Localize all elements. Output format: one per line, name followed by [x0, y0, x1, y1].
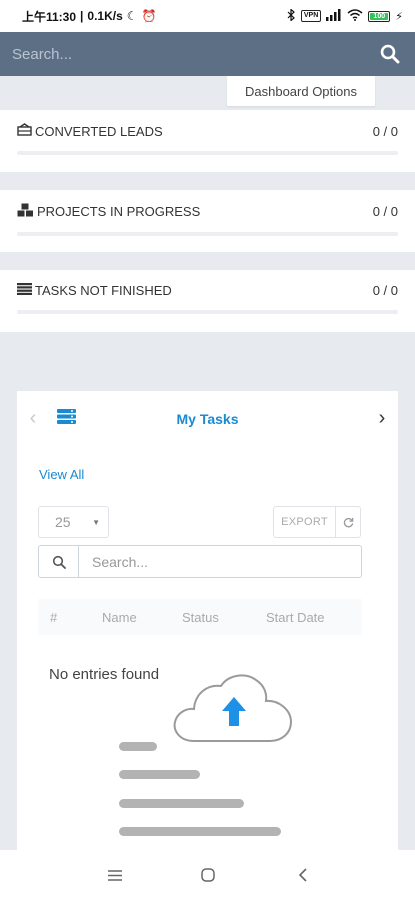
column-header-number[interactable]: #	[50, 610, 57, 625]
status-bar: 上午11:30 | 0.1K/s ☾ ⏰ VPN 100 ⚡	[0, 0, 415, 32]
system-nav-bar	[0, 850, 415, 900]
stat-value: 0 / 0	[372, 204, 398, 219]
placeholder-line	[119, 742, 157, 751]
panel-title: My Tasks	[176, 411, 239, 427]
chevron-right-icon[interactable]: ›	[372, 407, 392, 430]
table-search-input[interactable]	[79, 546, 361, 577]
stat-row: CONVERTED LEADS 0 / 0	[17, 123, 398, 139]
tasks-list-icon	[57, 409, 76, 429]
stat-progress-bar	[17, 232, 398, 236]
bluetooth-icon	[287, 8, 296, 23]
balance-scale-icon	[17, 123, 32, 139]
panel-header: ‹ My Tasks ›	[17, 391, 398, 447]
export-button[interactable]: EXPORT	[274, 507, 336, 537]
stat-card-converted-leads: CONVERTED LEADS 0 / 0	[0, 110, 415, 172]
refresh-icon[interactable]	[336, 507, 360, 537]
list-icon	[17, 283, 32, 298]
status-left: 上午11:30 | 0.1K/s ☾ ⏰	[22, 8, 156, 25]
home-icon[interactable]	[196, 865, 220, 885]
status-speed: 0.1K/s	[87, 9, 123, 23]
app-header	[0, 32, 415, 76]
stat-value: 0 / 0	[372, 123, 398, 139]
status-right: VPN 100 ⚡	[287, 8, 403, 24]
stat-card-projects-in-progress: PROJECTS IN PROGRESS 0 / 0	[0, 190, 415, 252]
empty-state-text: No entries found	[49, 666, 160, 683]
menu-icon[interactable]	[103, 865, 127, 885]
table-search-field	[38, 545, 362, 578]
stat-title: TASKS NOT FINISHED	[35, 283, 172, 298]
cloud-upload-icon	[172, 673, 294, 750]
export-button-group: EXPORT	[273, 506, 361, 538]
stat-title: PROJECTS IN PROGRESS	[37, 204, 201, 219]
caret-down-icon: ▼	[92, 517, 100, 527]
moon-icon: ☾	[126, 9, 138, 23]
table-header: # Name Status Start Date	[38, 599, 362, 635]
cubes-icon	[17, 203, 34, 220]
stat-row: PROJECTS IN PROGRESS 0 / 0	[17, 203, 398, 220]
wifi-icon	[347, 8, 363, 24]
placeholder-line	[119, 770, 200, 779]
search-icon[interactable]	[377, 41, 403, 67]
stat-progress-bar	[17, 310, 398, 314]
charging-icon: ⚡	[395, 10, 403, 23]
alarm-icon: ⏰	[141, 9, 157, 23]
placeholder-line	[119, 799, 244, 808]
stat-title-wrap: PROJECTS IN PROGRESS	[17, 203, 200, 220]
battery-level: 100	[370, 12, 389, 20]
column-header-status[interactable]: Status	[182, 610, 219, 625]
stat-row: TASKS NOT FINISHED 0 / 0	[17, 283, 398, 298]
signal-icon	[326, 8, 342, 24]
view-all-link[interactable]: View All	[39, 467, 84, 482]
page-size-value: 25	[55, 514, 71, 530]
stat-title-wrap: TASKS NOT FINISHED	[17, 283, 172, 298]
status-separator: |	[80, 9, 84, 23]
stat-card-tasks-not-finished: TASKS NOT FINISHED 0 / 0	[0, 270, 415, 332]
back-icon[interactable]	[291, 865, 315, 885]
search-icon	[39, 546, 79, 577]
column-header-start-date[interactable]: Start Date	[266, 610, 325, 625]
placeholder-line	[119, 827, 281, 836]
battery-icon: 100	[368, 10, 391, 22]
my-tasks-panel: ‹ My Tasks › View All 25 ▼ EXPORT # Name…	[17, 391, 398, 861]
chevron-left-icon[interactable]: ‹	[23, 407, 43, 430]
stat-progress-bar	[17, 151, 398, 155]
stat-title-wrap: CONVERTED LEADS	[17, 123, 163, 139]
status-time: 上午11:30	[22, 9, 77, 24]
dashboard-options-button[interactable]: Dashboard Options	[227, 76, 375, 106]
page-size-select[interactable]: 25 ▼	[38, 506, 109, 538]
stat-title: CONVERTED LEADS	[35, 123, 163, 139]
search-input[interactable]	[12, 45, 377, 63]
vpn-icon: VPN	[300, 10, 322, 22]
stat-value: 0 / 0	[372, 283, 398, 298]
column-header-name[interactable]: Name	[102, 610, 137, 625]
